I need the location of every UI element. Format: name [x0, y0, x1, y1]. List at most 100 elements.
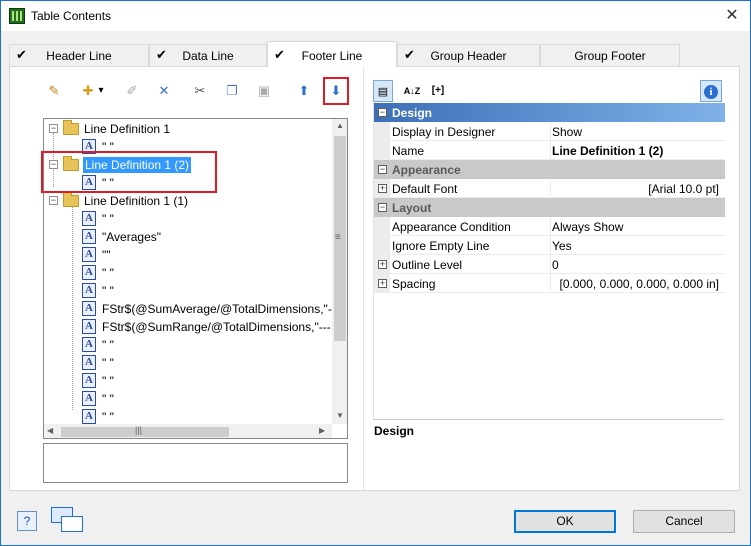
text-field-icon: A [82, 373, 96, 388]
tree-item[interactable]: A "Averages" [44, 228, 334, 246]
collapse-icon[interactable]: − [378, 108, 387, 117]
category-label: Appearance [392, 163, 461, 177]
tab-data-line[interactable]: ✔ Data Line [149, 44, 267, 66]
move-down-icon[interactable]: ⬇ [323, 77, 349, 105]
tree-item[interactable]: A " " [44, 210, 334, 228]
property-row[interactable]: Ignore Empty Line Yes [374, 236, 725, 255]
property-value[interactable]: 0 [552, 258, 559, 272]
tree-item[interactable]: A "" [44, 246, 334, 264]
panel-divider[interactable] [363, 67, 364, 490]
scroll-right-icon[interactable]: ▶ [319, 426, 325, 435]
tree-item-label: "Averages" [102, 230, 161, 244]
property-value[interactable]: [Arial 10.0 pt] [648, 182, 719, 196]
property-row[interactable]: + Spacing [0.000, 0.000, 0.000, 0.000 in… [374, 274, 725, 293]
expand-icon[interactable]: + [378, 184, 387, 193]
windows-icon[interactable] [51, 507, 85, 533]
property-row[interactable]: + Outline Level 0 [374, 255, 725, 274]
property-name: Ignore Empty Line [392, 239, 490, 253]
property-row[interactable]: Display in Designer Show [374, 122, 725, 141]
paste-icon[interactable]: ▣ [253, 79, 275, 103]
tree-item[interactable]: A FStr$(@SumRange/@TotalDimensions,"--- [44, 318, 334, 336]
copy-icon[interactable]: ❐ [221, 79, 243, 103]
tree-item-label: " " [102, 374, 114, 388]
property-name: Name [392, 144, 425, 158]
property-row[interactable]: Name Line Definition 1 (2) [374, 141, 725, 160]
scroll-grip-icon: ||| [135, 425, 143, 435]
window-shape [61, 516, 83, 532]
property-value[interactable]: Yes [552, 239, 572, 253]
collapse-icon[interactable]: − [49, 124, 58, 133]
category-layout[interactable]: − Layout [374, 198, 725, 217]
text-field-icon: A [82, 409, 96, 424]
info-button[interactable]: i [700, 80, 722, 102]
property-row[interactable]: Appearance Condition Always Show [374, 217, 725, 236]
title-bar: Table Contents ✕ [1, 1, 750, 31]
expand-icon[interactable]: + [378, 279, 387, 288]
horizontal-scrollbar[interactable]: ◀ ||| ▶ [44, 424, 332, 438]
property-row[interactable]: + Default Font [Arial 10.0 pt] [374, 179, 725, 198]
folder-icon [63, 120, 79, 135]
tab-group-header[interactable]: ✔ Group Header [397, 44, 540, 66]
vertical-scrollbar[interactable]: ▲ ≡ ▼ [332, 119, 347, 424]
collapse-icon[interactable]: − [49, 196, 58, 205]
text-field-icon: A [82, 337, 96, 352]
row-gutter [374, 236, 390, 255]
column-separator [550, 255, 551, 274]
tree-item-label: " " [102, 212, 114, 226]
tree-item[interactable]: − Line Definition 1 (1) [44, 192, 334, 210]
property-value[interactable]: Line Definition 1 (2) [552, 144, 663, 158]
tab-label: Group Header [430, 49, 507, 63]
move-up-icon[interactable]: ⬆ [293, 79, 315, 103]
property-name: Default Font [392, 182, 458, 196]
expand-all-icon[interactable]: [+] [427, 80, 449, 102]
tree-item[interactable]: A " " [44, 390, 334, 408]
scroll-up-icon[interactable]: ▲ [336, 121, 344, 130]
tab-footer-line[interactable]: ✔ Footer Line [267, 41, 397, 67]
category-appearance[interactable]: − Appearance [374, 160, 725, 179]
cut-icon[interactable]: ✂ [189, 79, 211, 103]
tree-item[interactable]: A FStr$(@SumAverage/@TotalDimensions,"- [44, 300, 334, 318]
tree-item[interactable]: A " " [44, 264, 334, 282]
tab-label: Group Footer [574, 49, 646, 63]
edit-icon[interactable]: ✐ [121, 79, 143, 103]
tree-item[interactable]: A " " [44, 372, 334, 390]
close-icon[interactable]: ✕ [720, 5, 744, 27]
category-label: Design [392, 106, 433, 120]
property-value[interactable]: Always Show [552, 220, 623, 234]
category-design[interactable]: − Design [374, 103, 725, 122]
tree-item-label: " " [102, 284, 114, 298]
help-icon[interactable]: ? [17, 511, 37, 531]
scroll-grip-icon: ≡ [335, 232, 341, 243]
tree-item[interactable]: A " " [44, 354, 334, 372]
property-value[interactable]: [0.000, 0.000, 0.000, 0.000 in] [560, 277, 719, 291]
collapse-icon[interactable]: − [378, 203, 387, 212]
expand-icon[interactable]: + [378, 260, 387, 269]
tree-item[interactable]: A " " [44, 336, 334, 354]
scroll-left-icon[interactable]: ◀ [47, 426, 53, 435]
tree-item[interactable]: A " " [44, 282, 334, 300]
property-value[interactable]: Show [552, 125, 582, 139]
scroll-thumb[interactable]: ||| [61, 425, 229, 437]
tree-item[interactable]: − Line Definition 1 [44, 120, 334, 138]
table-contents-dialog: Table Contents ✕ ✔ Header Line ✔ Data Li… [0, 0, 751, 546]
delete-icon[interactable]: ✕ [153, 79, 175, 103]
property-grid[interactable]: − Design Display in Designer Show Name L… [373, 103, 725, 419]
wizard-icon[interactable]: ✎ [43, 79, 65, 103]
collapse-icon[interactable]: − [378, 165, 387, 174]
tab-group-footer[interactable]: Group Footer [540, 44, 680, 66]
sort-alphabetical-icon[interactable]: A↓Z [401, 80, 423, 102]
info-icon: i [704, 85, 718, 99]
property-description-pane: Design [373, 419, 724, 487]
description-title: Design [374, 424, 415, 438]
dropdown-arrow-icon[interactable]: ▾ [95, 79, 107, 103]
tab-header-line[interactable]: ✔ Header Line [9, 44, 149, 66]
cancel-button[interactable]: Cancel [633, 510, 735, 533]
scroll-thumb[interactable]: ≡ [334, 136, 346, 341]
ok-button[interactable]: OK [514, 510, 616, 533]
column-separator [550, 141, 551, 160]
tree-item-label: " " [102, 266, 114, 280]
text-field-icon: A [82, 211, 96, 226]
categorized-view-icon[interactable]: ▤ [373, 80, 393, 102]
scroll-down-icon[interactable]: ▼ [336, 411, 344, 420]
tree-item-label: "" [102, 248, 111, 262]
